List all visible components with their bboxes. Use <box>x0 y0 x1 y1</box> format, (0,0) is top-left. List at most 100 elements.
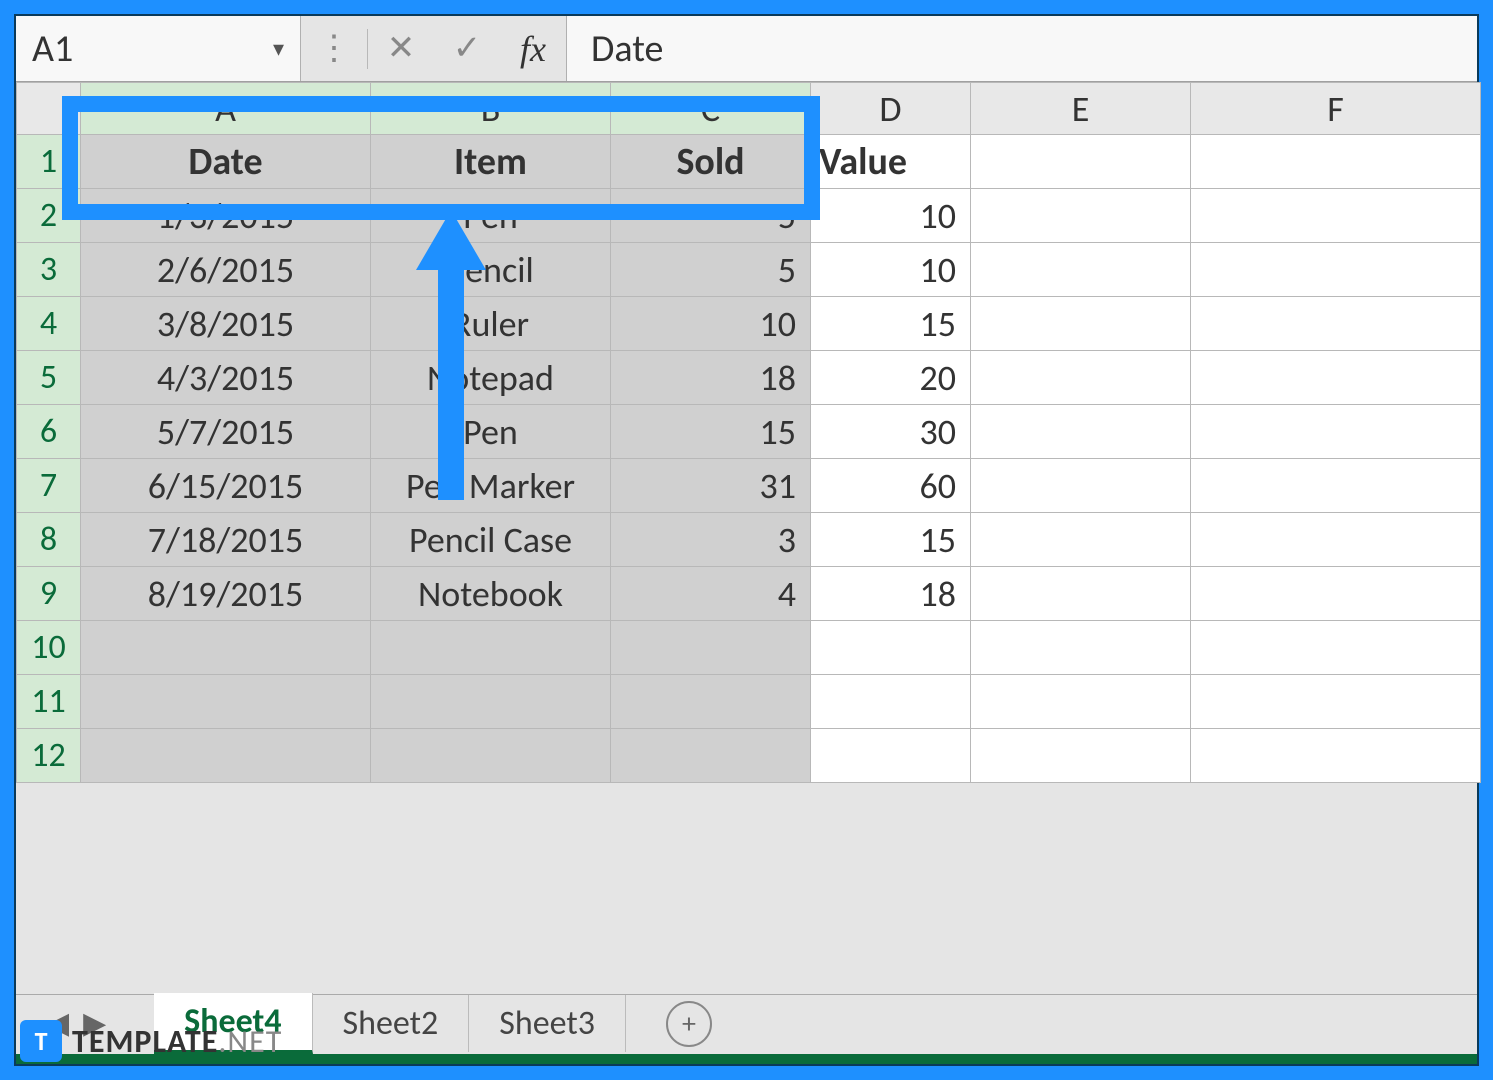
cell-f2[interactable] <box>1191 189 1481 243</box>
cell-e5[interactable] <box>971 351 1191 405</box>
formula-input[interactable]: Date <box>566 16 1477 81</box>
column-header-b[interactable]: B <box>371 83 611 135</box>
cell-b5[interactable]: Notepad <box>371 351 611 405</box>
cell-f1[interactable] <box>1191 135 1481 189</box>
row-header-2[interactable]: 2 <box>17 189 81 243</box>
cell-b7[interactable]: Pen Marker <box>371 459 611 513</box>
cell-f8[interactable] <box>1191 513 1481 567</box>
row-header-7[interactable]: 7 <box>17 459 81 513</box>
column-header-d[interactable]: D <box>811 83 971 135</box>
cell-a12[interactable] <box>81 729 371 783</box>
column-header-c[interactable]: C <box>611 83 811 135</box>
cell-d10[interactable] <box>811 621 971 675</box>
cell-a6[interactable]: 5/7/2015 <box>81 405 371 459</box>
cell-d6[interactable]: 30 <box>811 405 971 459</box>
cell-e4[interactable] <box>971 297 1191 351</box>
cell-a4[interactable]: 3/8/2015 <box>81 297 371 351</box>
cell-b12[interactable] <box>371 729 611 783</box>
row-header-8[interactable]: 8 <box>17 513 81 567</box>
cell-d5[interactable]: 20 <box>811 351 971 405</box>
cell-b2[interactable]: Pen <box>371 189 611 243</box>
cell-d4[interactable]: 15 <box>811 297 971 351</box>
chevron-down-icon[interactable]: ▾ <box>273 35 284 62</box>
cell-c10[interactable] <box>611 621 811 675</box>
cell-c11[interactable] <box>611 675 811 729</box>
cancel-icon[interactable]: ✕ <box>368 16 434 81</box>
row-header-6[interactable]: 6 <box>17 405 81 459</box>
cell-b1[interactable]: Item <box>371 135 611 189</box>
cell-d1[interactable]: Value <box>811 135 971 189</box>
add-sheet-button[interactable]: + <box>666 1001 712 1047</box>
row-header-3[interactable]: 3 <box>17 243 81 297</box>
cell-e10[interactable] <box>971 621 1191 675</box>
row-header-4[interactable]: 4 <box>17 297 81 351</box>
sheet-tab-sheet3[interactable]: Sheet3 <box>469 995 626 1052</box>
cell-f10[interactable] <box>1191 621 1481 675</box>
row-header-12[interactable]: 12 <box>17 729 81 783</box>
cell-d9[interactable]: 18 <box>811 567 971 621</box>
cell-c1[interactable]: Sold <box>611 135 811 189</box>
cell-a2[interactable]: 1/3/2015 <box>81 189 371 243</box>
cell-d7[interactable]: 60 <box>811 459 971 513</box>
cell-a9[interactable]: 8/19/2015 <box>81 567 371 621</box>
row-header-9[interactable]: 9 <box>17 567 81 621</box>
cell-e7[interactable] <box>971 459 1191 513</box>
cell-f9[interactable] <box>1191 567 1481 621</box>
cell-e8[interactable] <box>971 513 1191 567</box>
cell-c5[interactable]: 18 <box>611 351 811 405</box>
cell-d11[interactable] <box>811 675 971 729</box>
row-header-10[interactable]: 10 <box>17 621 81 675</box>
cell-a11[interactable] <box>81 675 371 729</box>
cell-c6[interactable]: 15 <box>611 405 811 459</box>
cell-b3[interactable]: Pencil <box>371 243 611 297</box>
name-box[interactable]: A1 ▾ <box>16 16 301 81</box>
column-header-e[interactable]: E <box>971 83 1191 135</box>
cell-f3[interactable] <box>1191 243 1481 297</box>
cell-a5[interactable]: 4/3/2015 <box>81 351 371 405</box>
cell-d12[interactable] <box>811 729 971 783</box>
cell-c9[interactable]: 4 <box>611 567 811 621</box>
cell-c7[interactable]: 31 <box>611 459 811 513</box>
cell-a1[interactable]: Date <box>81 135 371 189</box>
cell-a10[interactable] <box>81 621 371 675</box>
column-header-f[interactable]: F <box>1191 83 1481 135</box>
cell-f12[interactable] <box>1191 729 1481 783</box>
row-header-1[interactable]: 1 <box>17 135 81 189</box>
cell-c2[interactable]: 5 <box>611 189 811 243</box>
row-header-5[interactable]: 5 <box>17 351 81 405</box>
cell-e12[interactable] <box>971 729 1191 783</box>
cell-e9[interactable] <box>971 567 1191 621</box>
cell-f6[interactable] <box>1191 405 1481 459</box>
cell-c12[interactable] <box>611 729 811 783</box>
cell-c8[interactable]: 3 <box>611 513 811 567</box>
cell-b4[interactable]: Ruler <box>371 297 611 351</box>
cell-f11[interactable] <box>1191 675 1481 729</box>
column-header-a[interactable]: A <box>81 83 371 135</box>
cell-e3[interactable] <box>971 243 1191 297</box>
cell-b8[interactable]: Pencil Case <box>371 513 611 567</box>
cell-d2[interactable]: 10 <box>811 189 971 243</box>
select-all-corner[interactable] <box>17 83 81 135</box>
row-header-11[interactable]: 11 <box>17 675 81 729</box>
cell-a7[interactable]: 6/15/2015 <box>81 459 371 513</box>
cell-a3[interactable]: 2/6/2015 <box>81 243 371 297</box>
cell-e1[interactable] <box>971 135 1191 189</box>
fx-icon[interactable]: fx <box>500 16 566 81</box>
cell-b10[interactable] <box>371 621 611 675</box>
cell-e6[interactable] <box>971 405 1191 459</box>
cell-a8[interactable]: 7/18/2015 <box>81 513 371 567</box>
cell-f7[interactable] <box>1191 459 1481 513</box>
cell-e11[interactable] <box>971 675 1191 729</box>
cell-f4[interactable] <box>1191 297 1481 351</box>
cell-b11[interactable] <box>371 675 611 729</box>
cell-d8[interactable]: 15 <box>811 513 971 567</box>
cell-e2[interactable] <box>971 189 1191 243</box>
enter-icon[interactable]: ✓ <box>434 16 500 81</box>
cell-b6[interactable]: Pen <box>371 405 611 459</box>
cell-d3[interactable]: 10 <box>811 243 971 297</box>
sheet-tab-sheet2[interactable]: Sheet2 <box>313 995 470 1052</box>
cell-c4[interactable]: 10 <box>611 297 811 351</box>
cell-f5[interactable] <box>1191 351 1481 405</box>
cell-b9[interactable]: Notebook <box>371 567 611 621</box>
cell-c3[interactable]: 5 <box>611 243 811 297</box>
